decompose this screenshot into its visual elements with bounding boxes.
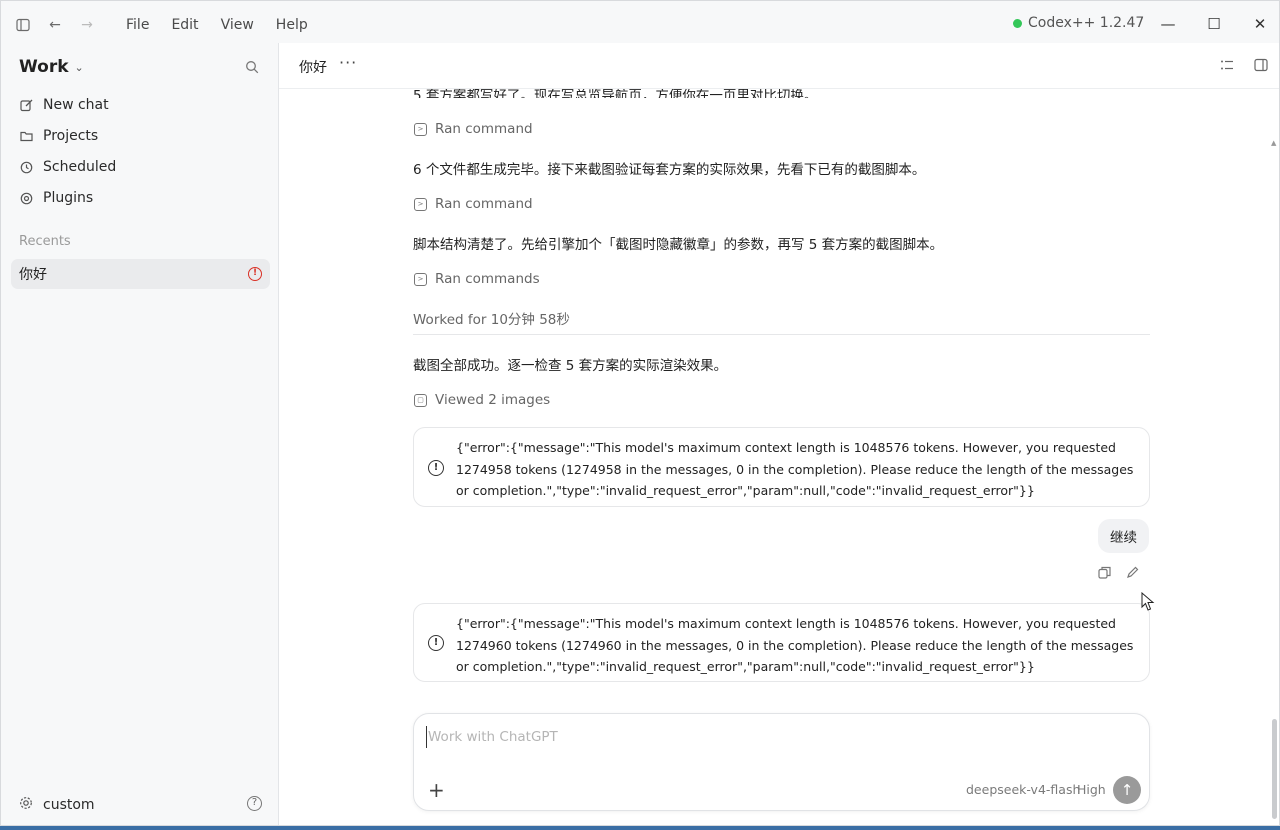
menu-help[interactable]: Help — [265, 15, 319, 35]
more-options-icon[interactable]: ··· — [339, 53, 357, 72]
worked-for-item[interactable]: Worked for 10分钟 58秒 — [413, 308, 570, 328]
menu-file[interactable]: File — [115, 15, 160, 35]
workspace-name: Work — [19, 57, 69, 77]
assistant-message: 脚本结构清楚了。先给引擎加个「截图时隐藏徽章」的参数，再写 5 套方案的截图脚本… — [413, 237, 944, 253]
ran-commands-item[interactable]: > Ran commands — [414, 271, 540, 287]
effort-selector[interactable]: High — [1077, 782, 1106, 797]
search-icon[interactable] — [245, 59, 261, 75]
sidebar-item-new-chat[interactable]: New chat — [19, 97, 109, 113]
menu-items: File Edit View Help — [115, 15, 319, 35]
app-window: ← → File Edit View Help Codex++ 1.2.47 —… — [0, 0, 1280, 826]
message-composer: + deepseek-v4-flash High ↑ — [413, 713, 1150, 811]
viewed-images-label: Viewed 2 images — [435, 392, 551, 408]
assistant-message: 6 个文件都生成完毕。接下来截图验证每套方案的实际效果，先看下已有的截图脚本。 — [413, 162, 926, 178]
recent-chat-item[interactable]: 你好 ! — [11, 259, 270, 289]
copy-icon[interactable] — [1098, 566, 1112, 580]
assistant-message: 截图全部成功。逐一检查 5 套方案的实际渲染效果。 — [413, 358, 728, 374]
chat-header: 你好 ··· — [279, 43, 1279, 89]
images-icon: ▢ — [414, 393, 427, 407]
message-input[interactable] — [426, 726, 1026, 748]
app-title: Codex++ 1.2.47 — [1028, 15, 1145, 31]
panel-toggle-icon[interactable] — [1254, 58, 1270, 74]
plugin-icon — [19, 191, 34, 206]
settings-button[interactable]: custom — [19, 796, 95, 814]
recent-chat-title: 你好 — [19, 267, 47, 283]
error-message: ! {"error":{"message":"This model's maxi… — [413, 603, 1150, 682]
chat-title: 你好 — [299, 60, 327, 76]
ran-commands-label: Ran commands — [435, 271, 540, 287]
sidebar-item-label: Scheduled — [43, 159, 117, 175]
mouse-cursor-icon — [1141, 591, 1155, 616]
gear-icon — [19, 796, 33, 814]
recents-heading: Recents — [19, 234, 71, 249]
ran-command-label: Ran command — [435, 121, 533, 137]
terminal-icon: > — [414, 272, 427, 286]
ran-command-label: Ran command — [435, 196, 533, 212]
help-icon[interactable]: ? — [247, 796, 262, 811]
viewed-images-item[interactable]: ▢ Viewed 2 images — [414, 392, 550, 408]
worked-for-label: Worked for 10分钟 58秒 — [413, 312, 570, 328]
edit-icon — [19, 98, 34, 113]
error-icon: ! — [428, 460, 444, 476]
status-dot-icon — [1013, 18, 1022, 28]
alert-icon: ! — [248, 267, 262, 281]
error-text: {"error":{"message":"This model's maximu… — [456, 440, 1134, 498]
workspace-switcher[interactable]: Work ⌄ — [19, 57, 84, 77]
list-view-icon[interactable] — [1220, 58, 1236, 74]
ran-command-item[interactable]: > Ran command — [414, 196, 533, 212]
close-icon[interactable]: ✕ — [1250, 15, 1270, 33]
settings-label: custom — [43, 797, 95, 813]
sidebar-item-label: New chat — [43, 97, 109, 113]
error-icon: ! — [428, 635, 444, 651]
scrollbar[interactable] — [1272, 719, 1277, 819]
error-message: ! {"error":{"message":"This model's maxi… — [413, 427, 1150, 507]
maximize-icon[interactable]: ☐ — [1204, 15, 1224, 33]
sidebar-item-label: Plugins — [43, 190, 94, 206]
ran-command-item[interactable]: > Ran command — [414, 121, 533, 137]
forward-arrow-icon[interactable]: → — [78, 16, 96, 34]
user-message-text: 继续 — [1110, 530, 1137, 546]
sidebar-item-label: Projects — [43, 128, 99, 144]
menu-edit[interactable]: Edit — [160, 15, 209, 35]
terminal-icon: > — [414, 197, 427, 211]
error-text: {"error":{"message":"This model's maximu… — [456, 616, 1134, 674]
user-message: 继续 — [1098, 519, 1149, 553]
terminal-icon: > — [414, 122, 427, 136]
edit-message-icon[interactable] — [1126, 566, 1140, 580]
sidebar-item-projects[interactable]: Projects — [19, 128, 98, 144]
menu-view[interactable]: View — [210, 15, 265, 35]
send-button[interactable]: ↑ — [1113, 776, 1141, 804]
chevron-down-icon: ⌄ — [74, 60, 84, 74]
folder-icon — [19, 129, 34, 144]
sidebar-item-scheduled[interactable]: Scheduled — [19, 159, 116, 175]
sidebar-item-plugins[interactable]: Plugins — [19, 190, 93, 206]
sidebar-toggle-icon[interactable] — [14, 16, 32, 34]
scroll-up-icon[interactable]: ▲ — [1271, 139, 1276, 147]
app-title-area: Codex++ 1.2.47 — [1013, 15, 1144, 31]
clock-icon — [19, 160, 34, 175]
back-arrow-icon[interactable]: ← — [46, 16, 64, 34]
menu-bar: ← → File Edit View Help Codex++ 1.2.47 —… — [1, 7, 1279, 43]
divider — [413, 334, 1150, 335]
model-selector[interactable]: deepseek-v4-flash — [966, 782, 1080, 797]
minimize-icon[interactable]: — — [1158, 15, 1178, 33]
assistant-message: 5 套方案都写好了。现在写总览导航页，方便你在一页里对比切换。 — [413, 89, 818, 98]
main-panel: 你好 ··· ▲ 5 套方案都写好了。现在写总览导航页，方便你在一页里对比切换。… — [278, 43, 1279, 825]
add-attachment-button[interactable]: + — [428, 778, 445, 802]
sidebar: Work ⌄ New chat Projects Scheduled Plugi… — [1, 43, 278, 825]
